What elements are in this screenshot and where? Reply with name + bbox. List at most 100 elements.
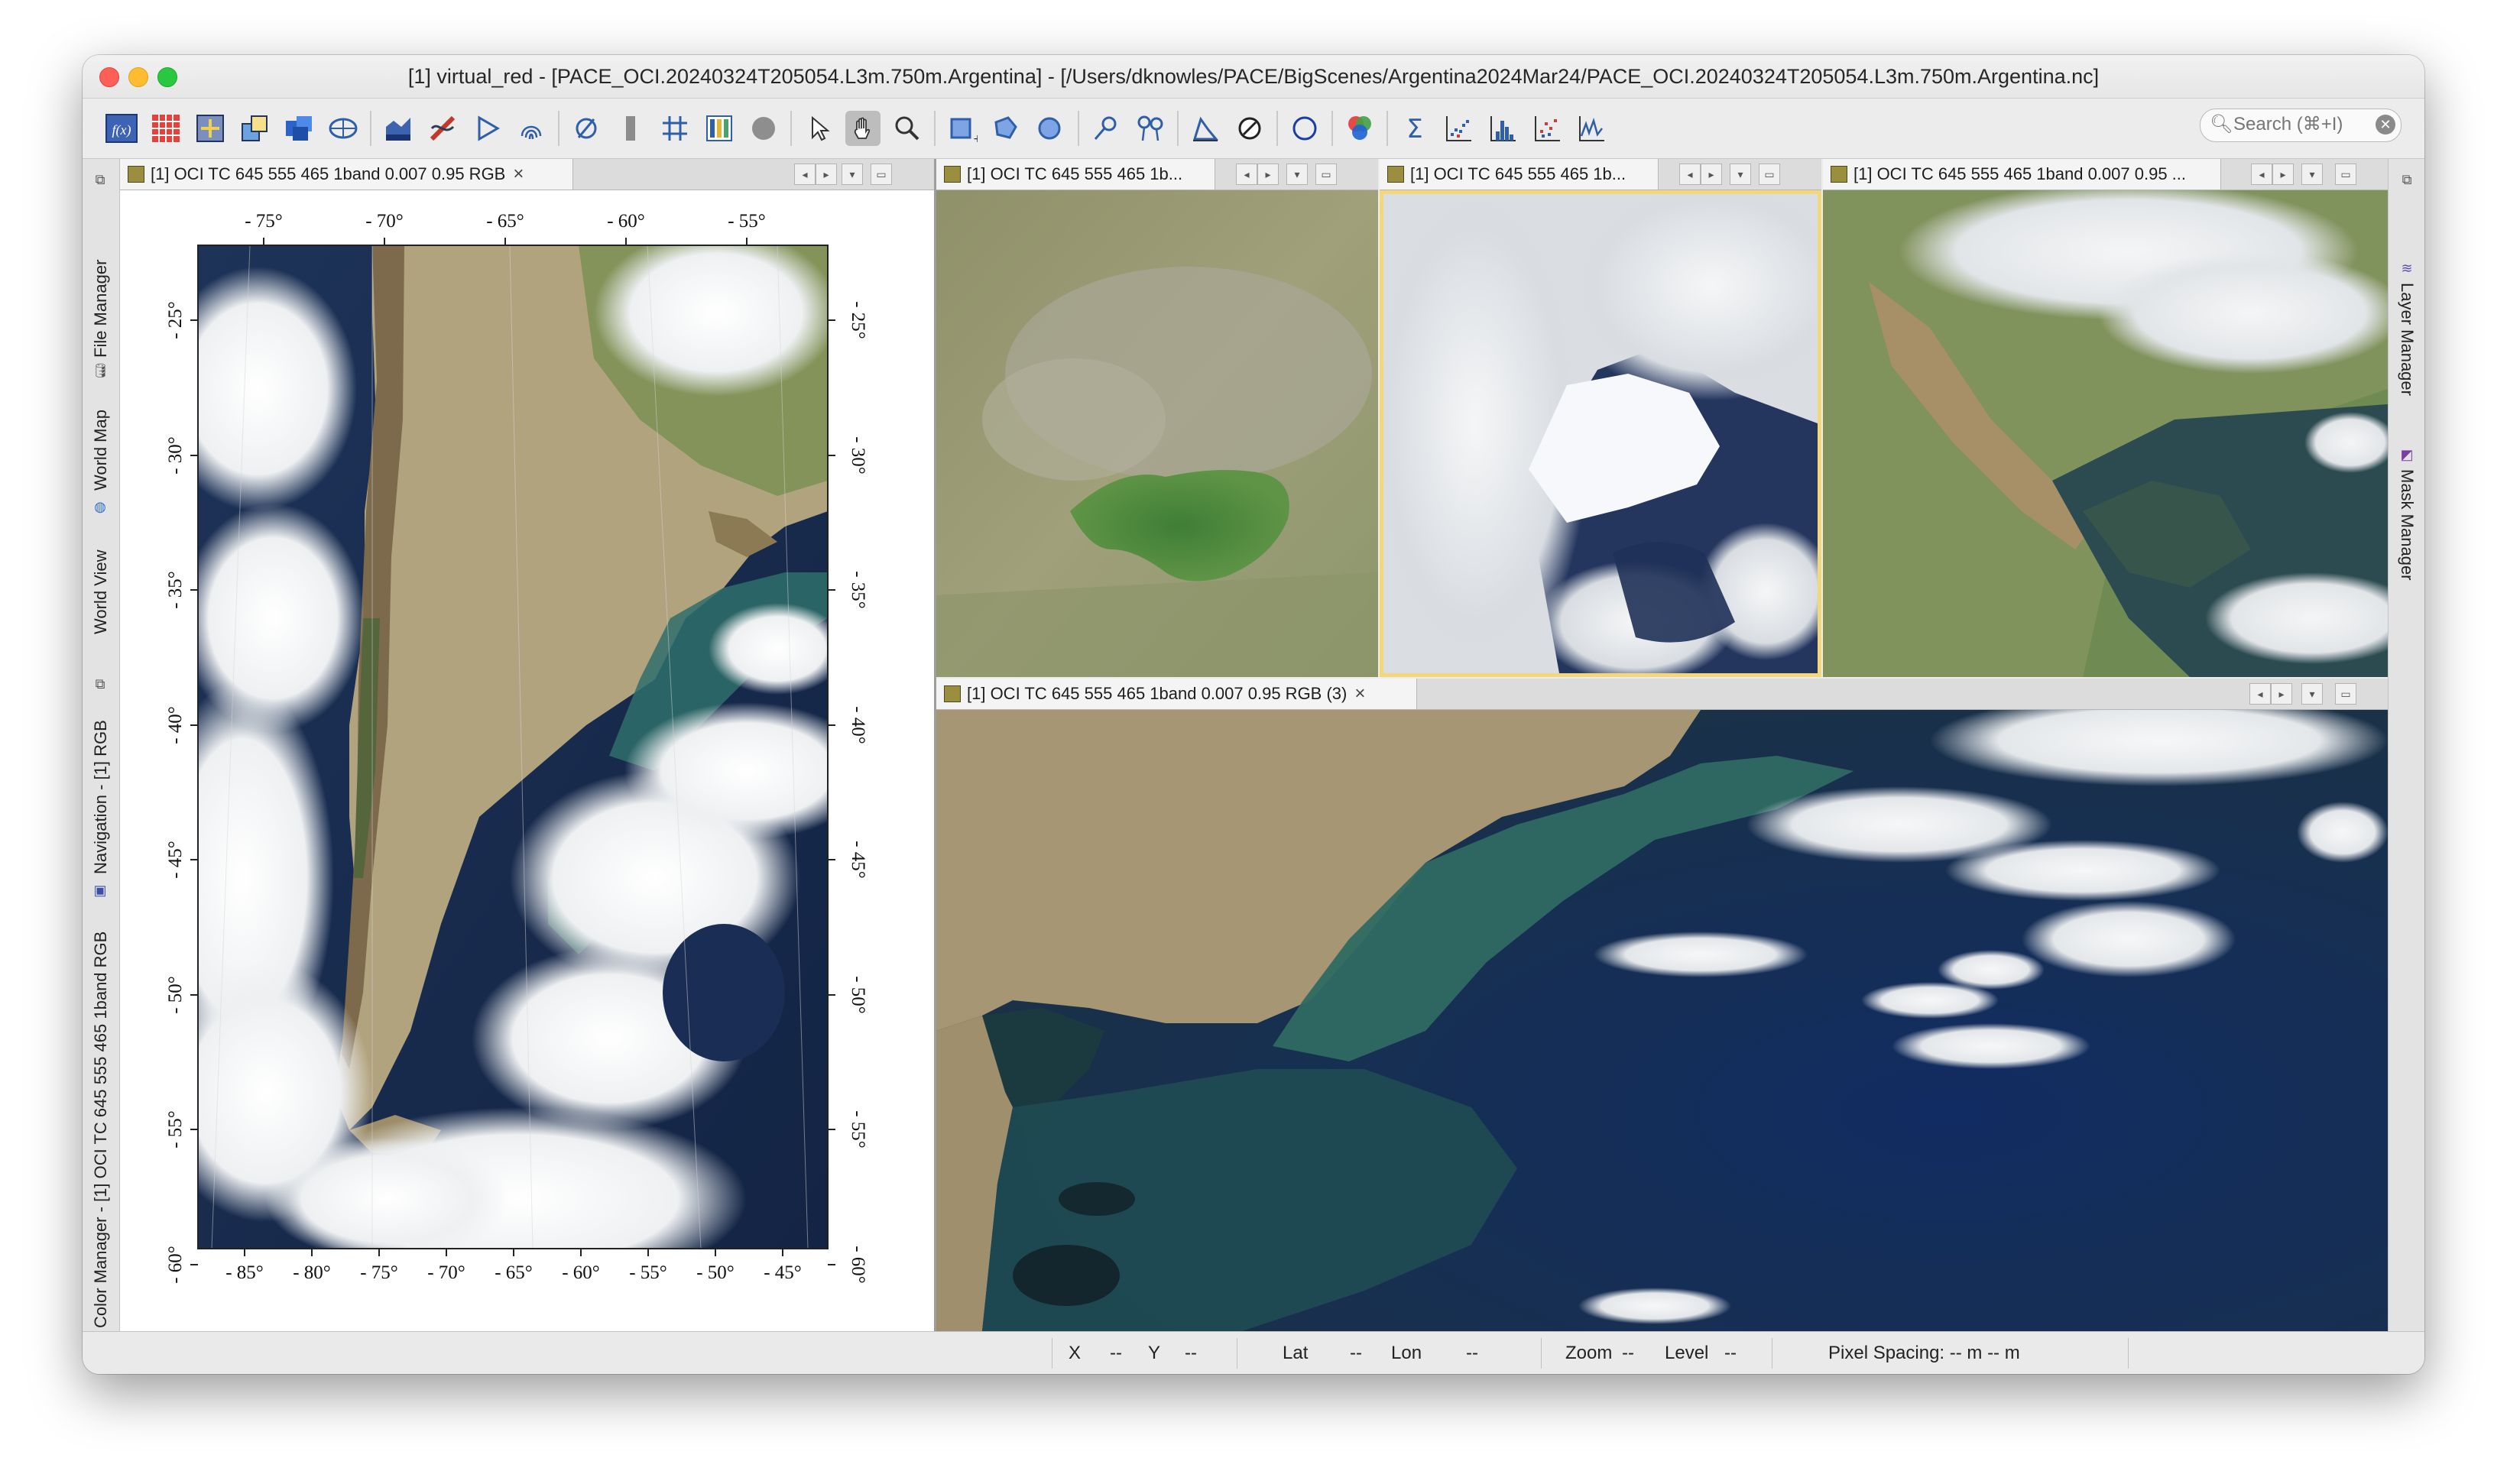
tab-layer-manager[interactable]: Layer Manager	[2398, 283, 2417, 396]
scroll-tabs-left-button[interactable]: ◂	[2251, 164, 2272, 185]
layer-editor-icon[interactable]	[702, 111, 737, 146]
clear-search-icon[interactable]: ✕	[2376, 115, 2395, 134]
tab-file-manager[interactable]: File Manager	[91, 260, 110, 358]
lon-label-top: - 55°	[728, 211, 766, 232]
tab-small-view-1[interactable]: [1] OCI TC 645 555 465 1b...	[936, 159, 1215, 190]
fingerprint-icon[interactable]	[514, 111, 549, 146]
maximize-view-button[interactable]: ▭	[1759, 164, 1780, 185]
close-tab-icon[interactable]: ×	[513, 164, 524, 185]
toolbar-separator	[558, 111, 559, 146]
density-plot-icon[interactable]	[1530, 111, 1565, 146]
small-view-1-canvas[interactable]	[936, 190, 1378, 677]
tab-navigation[interactable]: Navigation - [1] RGB	[91, 720, 110, 874]
tab-color-manager[interactable]: Color Manager - [1] OCI TC 645 555 465 1…	[91, 932, 110, 1328]
zoom-value: --	[1622, 1343, 1634, 1363]
scroll-tabs-right-button[interactable]: ▸	[2272, 164, 2294, 185]
mask-tool-icon[interactable]	[1188, 111, 1223, 146]
polygon-draw-icon[interactable]	[989, 111, 1024, 146]
maximize-view-button[interactable]: ▭	[2335, 164, 2356, 185]
lat-label-left: - 40°	[165, 706, 186, 744]
play-icon[interactable]	[469, 111, 504, 146]
pixel-grid-icon[interactable]	[148, 111, 183, 146]
pin-tool-icon[interactable]	[1088, 111, 1124, 146]
spectrum-icon[interactable]	[425, 111, 460, 146]
tab-small-view-2[interactable]: [1] OCI TC 645 555 465 1b...	[1380, 159, 1659, 190]
lon-label-bottom: - 45°	[764, 1262, 802, 1283]
color-bar-icon[interactable]	[613, 111, 648, 146]
lon-label-top: - 65°	[486, 211, 524, 232]
tab-list-dropdown-button[interactable]: ▾	[842, 164, 863, 185]
rectangle-draw-icon[interactable]: +	[945, 111, 980, 146]
tab-small-view-3[interactable]: [1] OCI TC 645 555 465 1band 0.007 0.95 …	[1823, 159, 2221, 190]
tab-world-map[interactable]: World Map	[91, 410, 110, 491]
graticule-map[interactable]: - 75° - 70° - 65° - 60° - 55° - 85° - 80…	[120, 190, 934, 1331]
toolbar-separator	[1386, 111, 1388, 146]
scroll-tabs-left-button[interactable]: ◂	[1236, 164, 1257, 185]
restore-group-icon[interactable]: ⧉	[2398, 171, 2415, 188]
tab-list-dropdown-button[interactable]: ▾	[2301, 683, 2323, 705]
tab-main-view[interactable]: [1] OCI TC 645 555 465 1band 0.007 0.95 …	[120, 159, 573, 190]
scroll-tabs-right-button[interactable]: ▸	[1701, 164, 1722, 185]
ellipse-draw-icon[interactable]	[1033, 111, 1069, 146]
status-bar: X -- Y -- Lat -- Lon -- Zoom -- Level --…	[83, 1331, 2424, 1374]
profile-plot-icon[interactable]	[1575, 111, 1610, 146]
magic-wand-icon[interactable]	[1232, 111, 1267, 146]
small-view-3-canvas[interactable]	[1823, 190, 2388, 677]
maximize-view-button[interactable]: ▭	[1315, 164, 1337, 185]
y-value: --	[1185, 1343, 1197, 1363]
tab-list-dropdown-button[interactable]: ▾	[1286, 164, 1308, 185]
restore-group-icon[interactable]: ⧉	[92, 171, 109, 188]
lon-label-top: - 70°	[365, 211, 404, 232]
search-input[interactable]	[2233, 110, 2371, 139]
resample-icon[interactable]	[193, 111, 228, 146]
sum-icon[interactable]: Σ	[1397, 111, 1432, 146]
circle-tool-icon[interactable]	[1287, 111, 1322, 146]
scroll-tabs-right-button[interactable]: ▸	[1257, 164, 1279, 185]
toolbar-separator	[1078, 111, 1079, 146]
select-tool-icon[interactable]	[801, 111, 836, 146]
mosaic-icon[interactable]	[281, 111, 316, 146]
no-data-icon[interactable]	[569, 111, 604, 146]
tab-world-view[interactable]: World View	[91, 550, 110, 634]
scroll-tabs-right-button[interactable]: ▸	[816, 164, 837, 185]
close-tab-icon[interactable]: ×	[1354, 683, 1365, 705]
gray-sphere-icon[interactable]	[746, 111, 781, 146]
main-toolbar: f(x) + Σ	[83, 99, 2424, 159]
maximize-view-button[interactable]: ▭	[2335, 683, 2356, 705]
toolbar-separator	[790, 111, 792, 146]
scroll-tabs-left-button[interactable]: ◂	[794, 164, 816, 185]
toolbar-separator	[370, 111, 371, 146]
range-finder-icon[interactable]	[1133, 111, 1168, 146]
restore-group-icon[interactable]: ⧉	[92, 676, 109, 692]
tab-list-dropdown-button[interactable]: ▾	[2301, 164, 2323, 185]
scroll-tabs-right-button[interactable]: ▸	[2271, 683, 2292, 705]
main-view-canvas[interactable]: - 75° - 70° - 65° - 60° - 55° - 85° - 80…	[120, 190, 934, 1331]
zoom-tool-icon[interactable]	[890, 111, 925, 146]
window-title: [1] virtual_red - [PACE_OCI.20240324T205…	[407, 65, 2100, 88]
tab-bottom-view[interactable]: [1] OCI TC 645 555 465 1band 0.007 0.95 …	[936, 679, 1417, 709]
lat-label-right: - 35°	[848, 571, 868, 609]
globe-icon[interactable]	[326, 111, 361, 146]
lat-label-left: - 35°	[165, 571, 186, 609]
graticule-icon[interactable]	[657, 111, 692, 146]
rgb-icon[interactable]	[1342, 111, 1377, 146]
lat-label-right: - 25°	[848, 301, 868, 339]
band-maths-icon[interactable]: f(x)	[104, 111, 139, 146]
bottom-view-canvas[interactable]	[936, 710, 2388, 1331]
import-icon[interactable]	[381, 111, 416, 146]
scroll-tabs-left-button[interactable]: ◂	[2249, 683, 2271, 705]
small-view-2-canvas[interactable]	[1380, 190, 1821, 677]
world-map-icon: ◍	[94, 499, 106, 514]
pan-tool-icon[interactable]	[845, 111, 881, 146]
small-view-3-tab-bar: [1] OCI TC 645 555 465 1band 0.007 0.95 …	[1823, 159, 2388, 190]
reproject-icon[interactable]	[237, 111, 272, 146]
tab-mask-manager[interactable]: Mask Manager	[2398, 469, 2417, 581]
scatter-plot-icon[interactable]	[1442, 111, 1477, 146]
rgb-image-icon	[1831, 166, 1847, 183]
histogram-icon[interactable]	[1486, 111, 1521, 146]
lon-label-bottom: - 50°	[696, 1262, 735, 1283]
zoom-label: Zoom	[1565, 1343, 1613, 1363]
tab-list-dropdown-button[interactable]: ▾	[1730, 164, 1751, 185]
maximize-view-button[interactable]: ▭	[871, 164, 892, 185]
scroll-tabs-left-button[interactable]: ◂	[1679, 164, 1701, 185]
